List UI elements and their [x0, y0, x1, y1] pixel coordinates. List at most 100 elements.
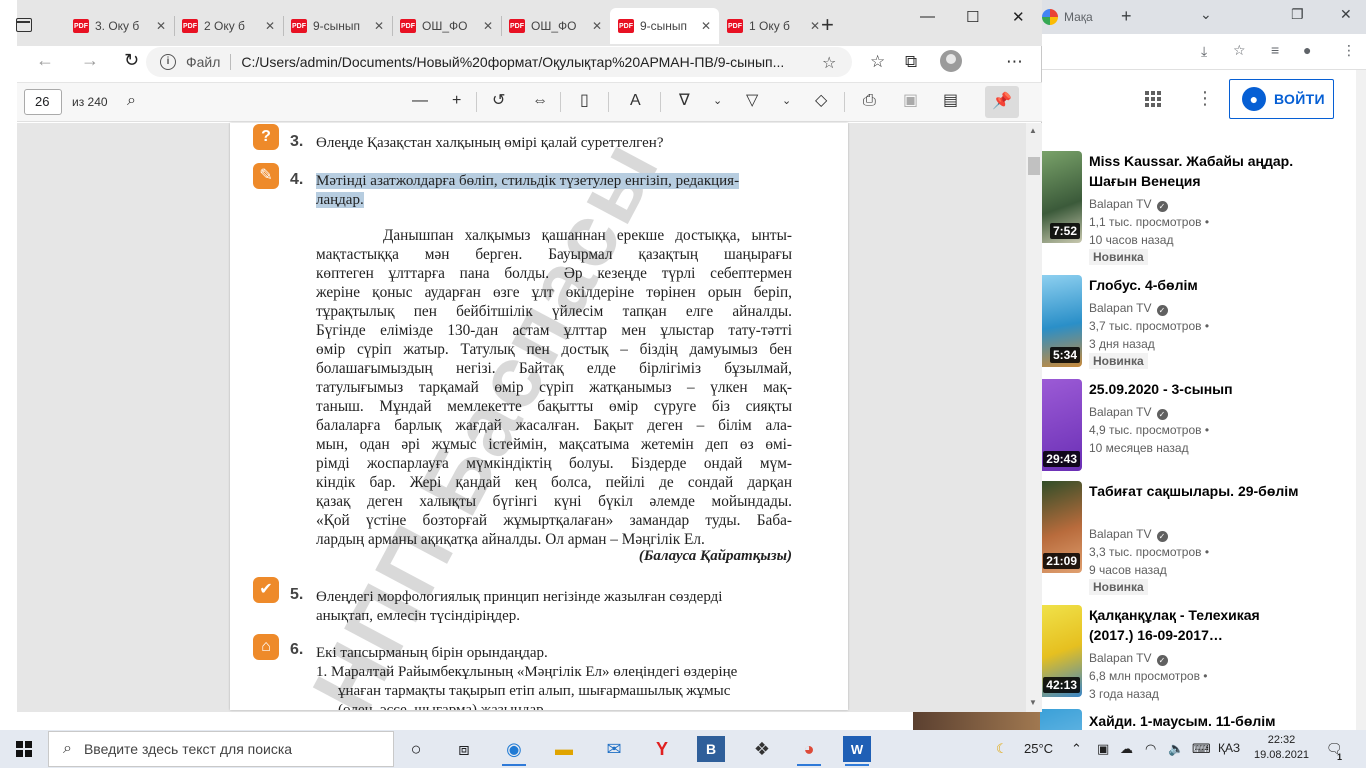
- video-item[interactable]: 29:43 25.09.2020 - 3-сынып Balapan TV ✓ 4…: [1040, 379, 1356, 489]
- meet-now-icon[interactable]: ▣: [1097, 741, 1109, 757]
- settings-menu-icon[interactable]: ⋯: [1006, 52, 1023, 72]
- video-channel[interactable]: Balapan TV ✓: [1089, 403, 1168, 421]
- video-thumbnail[interactable]: 29:43: [1040, 379, 1082, 471]
- tab-4[interactable]: PDF ОШ_ФО ✕: [392, 8, 501, 44]
- video-channel[interactable]: Balapan TV ✓: [1089, 299, 1168, 317]
- tab-actions-icon[interactable]: [16, 18, 32, 32]
- page-view-icon[interactable]: ▯: [580, 92, 589, 110]
- tab-1[interactable]: PDF 3. Оку б ✕: [65, 8, 174, 44]
- zoom-in-icon[interactable]: +: [452, 92, 461, 110]
- new-tab-icon[interactable]: +: [821, 12, 834, 38]
- draw-options-chevron-icon[interactable]: ⌄: [713, 92, 722, 110]
- taskbar-clock[interactable]: 22:32 19.08.2021: [1254, 733, 1309, 763]
- print-icon[interactable]: ⎙: [863, 92, 876, 110]
- bookmate-icon[interactable]: B: [697, 736, 725, 762]
- video-channel[interactable]: Balapan TV ✓: [1089, 649, 1168, 667]
- video-title[interactable]: Қалқанқұлақ - Телехикая (2017.) 16-09-20…: [1089, 605, 1304, 645]
- rotate-icon[interactable]: ↺: [492, 92, 505, 110]
- mail-icon[interactable]: ✉: [600, 736, 628, 762]
- maximize-icon[interactable]: ☐: [966, 8, 979, 26]
- video-title[interactable]: 25.09.2020 - 3-сынып: [1089, 379, 1304, 399]
- add-favorite-icon[interactable]: ☆: [822, 53, 836, 73]
- page-number-input[interactable]: 26: [24, 89, 62, 115]
- playlist-icon[interactable]: ≡: [1271, 42, 1279, 58]
- profile-avatar[interactable]: [940, 50, 962, 72]
- close-icon[interactable]: ✕: [592, 19, 602, 33]
- refresh-icon[interactable]: ↻: [124, 50, 139, 71]
- save-as-icon[interactable]: ▤: [943, 92, 958, 110]
- signin-button[interactable]: ● ВОЙТИ: [1229, 79, 1334, 119]
- cortana-icon[interactable]: ○: [402, 736, 430, 762]
- youtube-tab[interactable]: Мақа: [1042, 4, 1093, 30]
- draw-icon[interactable]: ∇: [679, 92, 690, 110]
- new-tab-icon[interactable]: +: [1121, 6, 1132, 27]
- volume-icon[interactable]: 🔈: [1168, 741, 1184, 757]
- highlight-options-chevron-icon[interactable]: ⌄: [782, 92, 791, 110]
- question-text-highlighted[interactable]: Мәтінді азатжолдарға бөліп, стильдік түз…: [316, 172, 792, 210]
- taskbar-search[interactable]: ⌕ Введите здесь текст для поиска: [48, 731, 394, 767]
- back-icon[interactable]: ←: [36, 50, 54, 71]
- restore-icon[interactable]: ❐: [1291, 6, 1304, 23]
- tray-chevron-icon[interactable]: ⌃: [1071, 741, 1082, 757]
- close-icon[interactable]: ✕: [483, 19, 493, 33]
- task-view-icon[interactable]: ⧈: [450, 736, 478, 762]
- download-icon[interactable]: ⤓: [1201, 43, 1207, 60]
- weather-moon-icon[interactable]: ☾: [996, 741, 1008, 757]
- youtube-scrollbar[interactable]: [1356, 70, 1366, 730]
- edge-icon[interactable]: ◉: [500, 736, 528, 766]
- yandex-icon[interactable]: Y: [648, 736, 676, 762]
- video-item[interactable]: 42:13 Қалқанқұлақ - Телехикая (2017.) 16…: [1040, 605, 1356, 715]
- read-aloud-icon[interactable]: A: [630, 92, 641, 110]
- highlight-icon[interactable]: ▽: [746, 92, 758, 110]
- collections-icon[interactable]: ⧉: [905, 52, 917, 72]
- video-channel[interactable]: Balapan TV ✓: [1089, 195, 1168, 213]
- chrome-icon[interactable]: ◕: [795, 736, 823, 766]
- language-indicator[interactable]: ҚАЗ: [1218, 741, 1240, 755]
- pin-toolbar-button[interactable]: 📌: [985, 86, 1019, 118]
- video-thumbnail[interactable]: 7:52: [1040, 151, 1082, 243]
- video-item[interactable]: 5:34 Глобус. 4-бөлім Balapan TV ✓ 3,7 тыс…: [1040, 275, 1356, 385]
- tab-2[interactable]: PDF 2 Оку б ✕: [174, 8, 283, 44]
- close-window-icon[interactable]: ✕: [1012, 8, 1025, 26]
- zoom-out-icon[interactable]: —: [412, 92, 428, 110]
- tab-5[interactable]: PDF ОШ_ФО ✕: [501, 8, 610, 44]
- video-item[interactable]: Хайди. 1-маусым. 11-бөлім: [1040, 709, 1356, 730]
- favorites-icon[interactable]: ☆: [870, 52, 885, 72]
- forward-icon[interactable]: →: [81, 50, 99, 71]
- file-explorer-icon[interactable]: ▬: [550, 736, 578, 762]
- tab-6-active[interactable]: PDF 9-сынып ✕: [610, 8, 719, 44]
- eraser-icon[interactable]: ◇: [815, 92, 827, 110]
- tab-7[interactable]: PDF 1 Оку б ✕: [719, 8, 828, 44]
- dropbox-icon[interactable]: ❖: [748, 736, 776, 762]
- video-item[interactable]: 21:09 Табиғат сақшылары. 29-бөлім Balapa…: [1040, 481, 1356, 595]
- scroll-up-icon[interactable]: ▲: [1029, 126, 1037, 135]
- scroll-down-icon[interactable]: ▼: [1029, 698, 1037, 707]
- url-text[interactable]: C:/Users/admin/Documents/Новый%20формат/…: [241, 54, 801, 70]
- video-thumbnail[interactable]: 21:09: [1040, 481, 1082, 573]
- save-icon[interactable]: ▣: [903, 92, 918, 110]
- search-icon[interactable]: ⌕: [127, 92, 136, 110]
- close-icon[interactable]: ✕: [374, 19, 384, 33]
- video-title[interactable]: Miss Kaussar. Жабайы аңдар. Шағын Венеци…: [1089, 151, 1304, 191]
- close-icon[interactable]: ✕: [810, 19, 820, 33]
- info-icon[interactable]: i: [160, 54, 176, 70]
- wifi-icon[interactable]: ◠: [1145, 741, 1156, 757]
- scrollbar-thumb[interactable]: [1028, 157, 1040, 175]
- close-icon[interactable]: ✕: [1340, 6, 1352, 23]
- keyboard-icon[interactable]: ⌨: [1192, 741, 1211, 757]
- video-title[interactable]: Глобус. 4-бөлім: [1089, 275, 1304, 295]
- fit-page-icon[interactable]: ⇔: [532, 92, 548, 110]
- video-thumbnail[interactable]: 5:34: [1040, 275, 1082, 367]
- menu-icon[interactable]: ⋮: [1342, 42, 1356, 59]
- settings-kebab-icon[interactable]: ⋮: [1196, 88, 1214, 109]
- windows-start-icon[interactable]: [16, 741, 32, 757]
- weather-temperature[interactable]: 25°C: [1024, 741, 1053, 756]
- video-item[interactable]: 7:52 Miss Kaussar. Жабайы аңдар. Шағын В…: [1040, 151, 1356, 265]
- minimize-icon[interactable]: —: [920, 8, 935, 25]
- video-thumbnail[interactable]: [1040, 709, 1082, 730]
- video-title[interactable]: Табиғат сақшылары. 29-бөлім: [1089, 481, 1304, 501]
- word-icon[interactable]: W: [843, 736, 871, 766]
- account-icon[interactable]: ●: [1303, 42, 1311, 58]
- video-thumbnail[interactable]: 42:13: [1040, 605, 1082, 697]
- pdf-scrollbar[interactable]: [1026, 123, 1042, 712]
